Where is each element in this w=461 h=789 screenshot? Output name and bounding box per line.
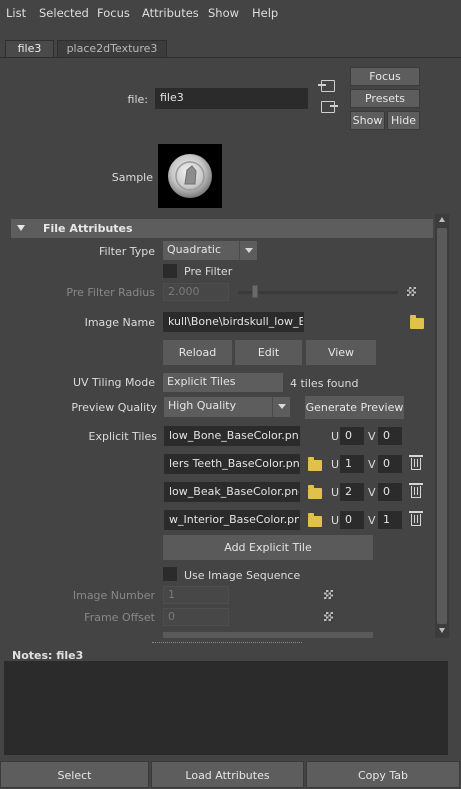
tile-u-field[interactable]: 0 xyxy=(340,427,364,445)
chevron-down-icon xyxy=(272,397,290,417)
preview-quality-label: Preview Quality xyxy=(71,401,157,414)
tile-file-field[interactable]: low_Beak_BaseColor.png xyxy=(164,482,300,502)
tile-u-label: U xyxy=(331,486,340,499)
file-attributes-header[interactable]: File Attributes xyxy=(11,219,433,238)
image-name-field[interactable]: kull\Bone\birdskull_low_Bone_BaseColor.p… xyxy=(163,312,304,332)
node-name-label: file: xyxy=(127,93,148,106)
image-number-label: Image Number xyxy=(72,589,155,602)
preview-quality-value: High Quality xyxy=(168,399,237,412)
tile-v-label: V xyxy=(368,514,376,527)
menu-help[interactable]: Help xyxy=(252,6,278,20)
node-name-field[interactable]: file3 xyxy=(155,88,308,109)
edit-button[interactable]: Edit xyxy=(235,340,302,365)
filter-type-label: Filter Type xyxy=(98,245,155,258)
prefilter-label: Pre Filter xyxy=(184,265,233,278)
explicit-tiles-label: Explicit Tiles xyxy=(88,430,157,443)
presets-button[interactable]: Presets xyxy=(350,89,420,108)
input-connection-icon[interactable] xyxy=(318,80,335,92)
use-image-sequence-label: Use Image Sequence xyxy=(184,569,301,582)
scrollbar-thumb[interactable] xyxy=(437,228,447,624)
image-name-label: Image Name xyxy=(84,316,155,329)
tile-v-label: V xyxy=(368,430,376,443)
tile-file-field[interactable]: low_Bone_BaseColor.png xyxy=(164,426,300,446)
checker-icon[interactable] xyxy=(324,612,333,621)
sample-label: Sample xyxy=(111,171,153,184)
tile-u-label: U xyxy=(331,514,340,527)
preview-quality-dropdown[interactable]: High Quality xyxy=(164,397,290,417)
scroll-up-icon[interactable] xyxy=(439,217,445,222)
tile-u-label: U xyxy=(331,430,340,443)
menu-show[interactable]: Show xyxy=(208,6,239,20)
show-button[interactable]: Show xyxy=(350,111,385,130)
reload-button[interactable]: Reload xyxy=(163,340,232,365)
sample-swatch[interactable] xyxy=(158,144,222,208)
folder-icon[interactable] xyxy=(410,315,424,329)
copy-tab-button[interactable]: Copy Tab xyxy=(306,761,460,788)
folder-icon[interactable] xyxy=(308,513,322,527)
partial-row xyxy=(163,632,373,638)
folder-icon[interactable] xyxy=(308,457,322,471)
menu-selected[interactable]: Selected xyxy=(39,6,89,20)
hide-button[interactable]: Hide xyxy=(387,111,420,130)
tile-v-label: V xyxy=(368,458,376,471)
sample-swatch-image xyxy=(168,154,212,198)
tile-v-field[interactable]: 0 xyxy=(378,427,402,445)
tile-u-field[interactable]: 1 xyxy=(340,455,364,473)
chevron-down-icon xyxy=(239,241,257,260)
tab-divider xyxy=(0,57,461,58)
trash-icon[interactable] xyxy=(409,483,423,498)
prefilter-radius-slider-handle[interactable] xyxy=(252,285,258,298)
trash-icon[interactable] xyxy=(409,511,423,526)
tile-u-field[interactable]: 2 xyxy=(340,483,364,501)
trash-icon[interactable] xyxy=(409,455,423,470)
frame-offset-field[interactable]: 0 xyxy=(163,608,229,626)
view-button[interactable]: View xyxy=(306,340,376,365)
menu-focus[interactable]: Focus xyxy=(97,6,130,20)
menu-bar: List Selected Focus Attributes Show Help xyxy=(0,0,461,26)
prefilter-radius-slider[interactable] xyxy=(238,291,398,294)
menu-list[interactable]: List xyxy=(6,6,26,20)
filter-type-dropdown[interactable]: Quadratic xyxy=(163,241,257,260)
image-number-field[interactable]: 1 xyxy=(163,586,229,604)
frame-offset-label: Frame Offset xyxy=(84,611,155,624)
tile-v-field[interactable]: 1 xyxy=(378,511,402,529)
scroll-down-icon[interactable] xyxy=(439,628,445,633)
add-explicit-tile-button[interactable]: Add Explicit Tile xyxy=(163,535,373,560)
collapse-triangle-icon[interactable] xyxy=(17,225,25,231)
tile-u-field[interactable]: 0 xyxy=(340,511,364,529)
folder-icon[interactable] xyxy=(308,485,322,499)
generate-preview-button[interactable]: Generate Preview xyxy=(305,396,404,419)
notes-textarea[interactable] xyxy=(4,661,448,755)
uv-tiling-mode-dropdown[interactable]: Explicit Tiles xyxy=(163,373,283,392)
splitter-handle[interactable] xyxy=(152,642,302,644)
checker-icon[interactable] xyxy=(407,287,416,296)
uv-tiling-mode-value: Explicit Tiles xyxy=(167,375,236,388)
load-attributes-button[interactable]: Load Attributes xyxy=(151,761,304,788)
tile-u-label: U xyxy=(331,458,340,471)
tiles-found-text: 4 tiles found xyxy=(290,377,359,390)
section-title: File Attributes xyxy=(43,222,133,235)
prefilter-radius-label: Pre Filter Radius xyxy=(66,286,155,299)
use-image-sequence-checkbox[interactable] xyxy=(163,567,177,581)
checker-icon[interactable] xyxy=(324,590,333,599)
tab-file3[interactable]: file3 xyxy=(5,40,54,57)
tile-v-label: V xyxy=(368,486,376,499)
uv-tiling-mode-label: UV Tiling Mode xyxy=(72,376,155,389)
select-button[interactable]: Select xyxy=(0,761,149,788)
output-connection-icon[interactable] xyxy=(321,101,338,113)
filter-type-value: Quadratic xyxy=(167,243,222,256)
focus-button[interactable]: Focus xyxy=(350,67,420,86)
tile-file-field[interactable]: lers Teeth_BaseColor.png xyxy=(164,454,300,474)
tile-v-field[interactable]: 0 xyxy=(378,483,402,501)
prefilter-checkbox[interactable] xyxy=(163,264,177,278)
menu-attributes[interactable]: Attributes xyxy=(142,6,199,20)
tile-v-field[interactable]: 0 xyxy=(378,455,402,473)
prefilter-radius-field[interactable]: 2.000 xyxy=(163,283,229,301)
tile-file-field[interactable]: w_Interior_BaseColor.png xyxy=(164,510,300,530)
tab-place2dtexture3[interactable]: place2dTexture3 xyxy=(57,40,167,57)
